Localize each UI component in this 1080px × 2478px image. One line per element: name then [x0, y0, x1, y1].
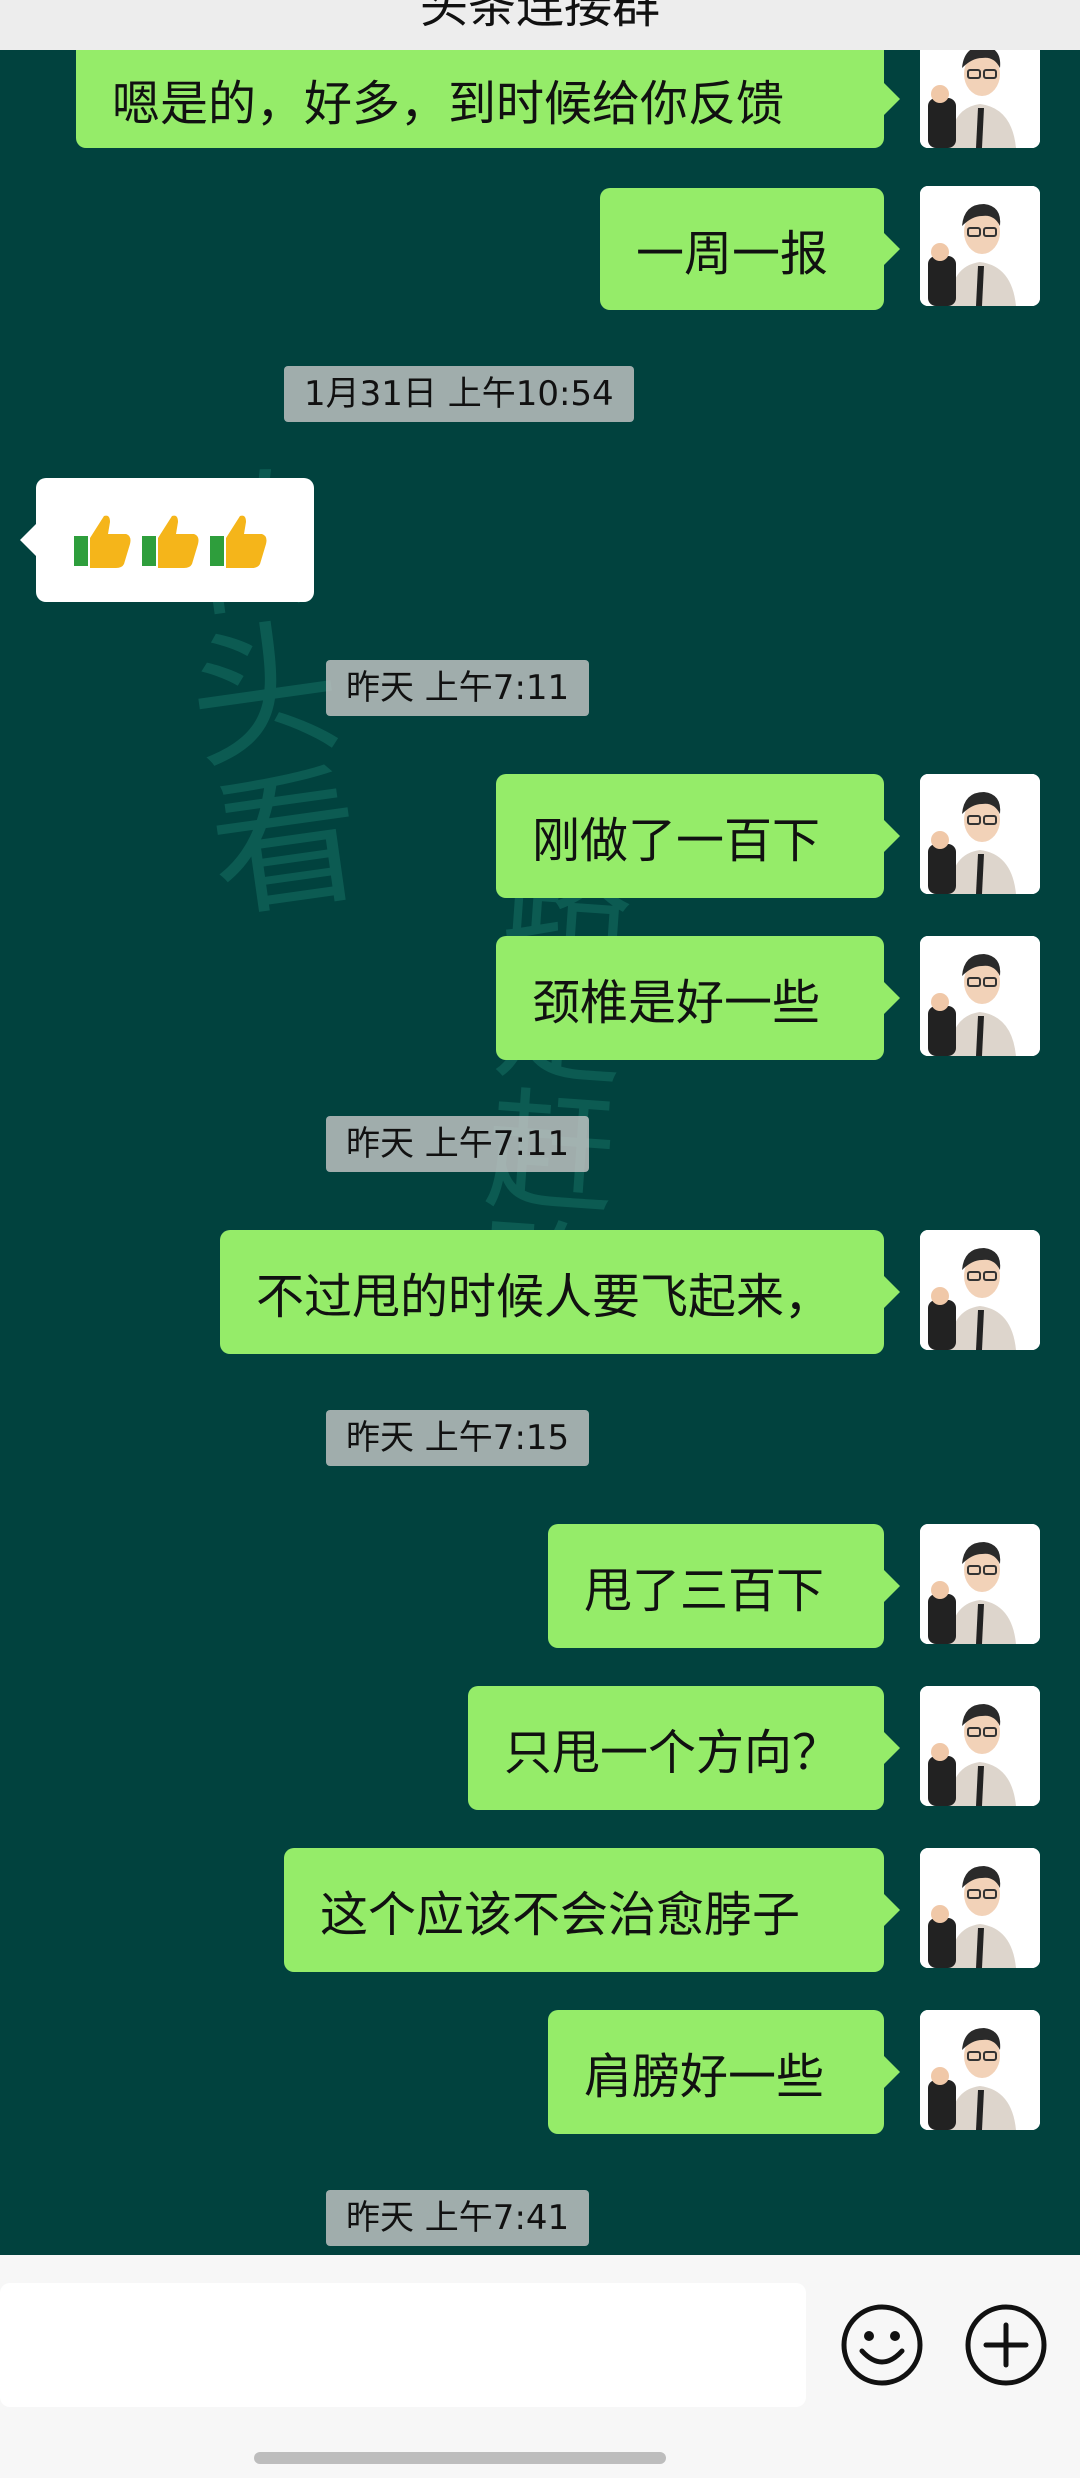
timestamp: 昨天 上午7:11 [326, 1116, 590, 1172]
message-text: 肩膀好一些 [584, 2049, 825, 2105]
message-text: 刚做了一百下 [532, 813, 821, 869]
message-text: 甩了三百下 [584, 1563, 825, 1619]
message-text: 一周一报 [636, 226, 829, 282]
avatar[interactable] [920, 1848, 1040, 1968]
timestamp: 昨天 上午7:15 [326, 1410, 590, 1466]
user-avatar [920, 1230, 1040, 1350]
message-bubble[interactable]: 甩了三百下 [548, 1524, 900, 1648]
message-bubble[interactable]: 颈椎是好一些 [496, 936, 900, 1060]
thumbs-up-icon [74, 515, 131, 568]
message-bubble-received[interactable] [20, 478, 314, 602]
user-avatar [920, 1524, 1040, 1644]
chat-message-area[interactable]: 转头看 路走赶路 嗯是的，好多，到时候给你反馈 一周一报 [0, 50, 1080, 2255]
avatar[interactable] [920, 1230, 1040, 1350]
avatar[interactable] [920, 1686, 1040, 1806]
message-text: 嗯是的，好多，到时候给你反馈 [112, 76, 785, 132]
user-avatar [920, 186, 1040, 306]
avatar[interactable] [920, 936, 1040, 1056]
message-bubble[interactable]: 这个应该不会治愈脖子 [284, 1848, 900, 1972]
thumbs-up-icon [210, 515, 267, 568]
top-navigation-bar: 头条连接群 [0, 0, 1080, 50]
message-bubble[interactable]: 只甩一个方向？ [468, 1686, 900, 1810]
avatar[interactable] [920, 1524, 1040, 1644]
message-text: 这个应该不会治愈脖子 [320, 1887, 801, 1943]
user-avatar [920, 1686, 1040, 1806]
chat-title: 头条连接群 [419, 0, 660, 34]
emoji-thumbs-up-group [70, 508, 270, 572]
timestamp: 1月31日 上午10:54 [284, 366, 634, 422]
message-text: 不过甩的时候人要飞起来， [256, 1269, 833, 1325]
thumbs-up-icon [142, 515, 199, 568]
avatar[interactable] [920, 2010, 1040, 2130]
smiley-face-icon[interactable] [838, 2301, 926, 2389]
message-bubble[interactable]: 刚做了一百下 [496, 774, 900, 898]
message-bubble[interactable]: 嗯是的，好多，到时候给你反馈 [76, 50, 900, 148]
message-text: 颈椎是好一些 [532, 975, 821, 1031]
user-avatar [920, 1848, 1040, 1968]
message-text: 只甩一个方向？ [504, 1725, 841, 1781]
avatar[interactable] [920, 774, 1040, 894]
home-indicator [254, 2452, 666, 2464]
timestamp: 昨天 上午7:11 [326, 660, 590, 716]
user-avatar [920, 774, 1040, 894]
avatar[interactable] [920, 186, 1040, 306]
plus-circle-icon[interactable] [962, 2301, 1050, 2389]
message-bubble[interactable]: 不过甩的时候人要飞起来， [220, 1230, 900, 1354]
avatar[interactable] [920, 50, 1040, 148]
user-avatar [920, 50, 1040, 148]
message-bubble[interactable]: 一周一报 [600, 188, 900, 310]
message-bubble[interactable]: 肩膀好一些 [548, 2010, 900, 2134]
message-input-bar [0, 2255, 1080, 2478]
user-avatar [920, 2010, 1040, 2130]
message-input[interactable] [0, 2283, 806, 2407]
timestamp: 昨天 上午7:41 [326, 2190, 590, 2246]
user-avatar [920, 936, 1040, 1056]
